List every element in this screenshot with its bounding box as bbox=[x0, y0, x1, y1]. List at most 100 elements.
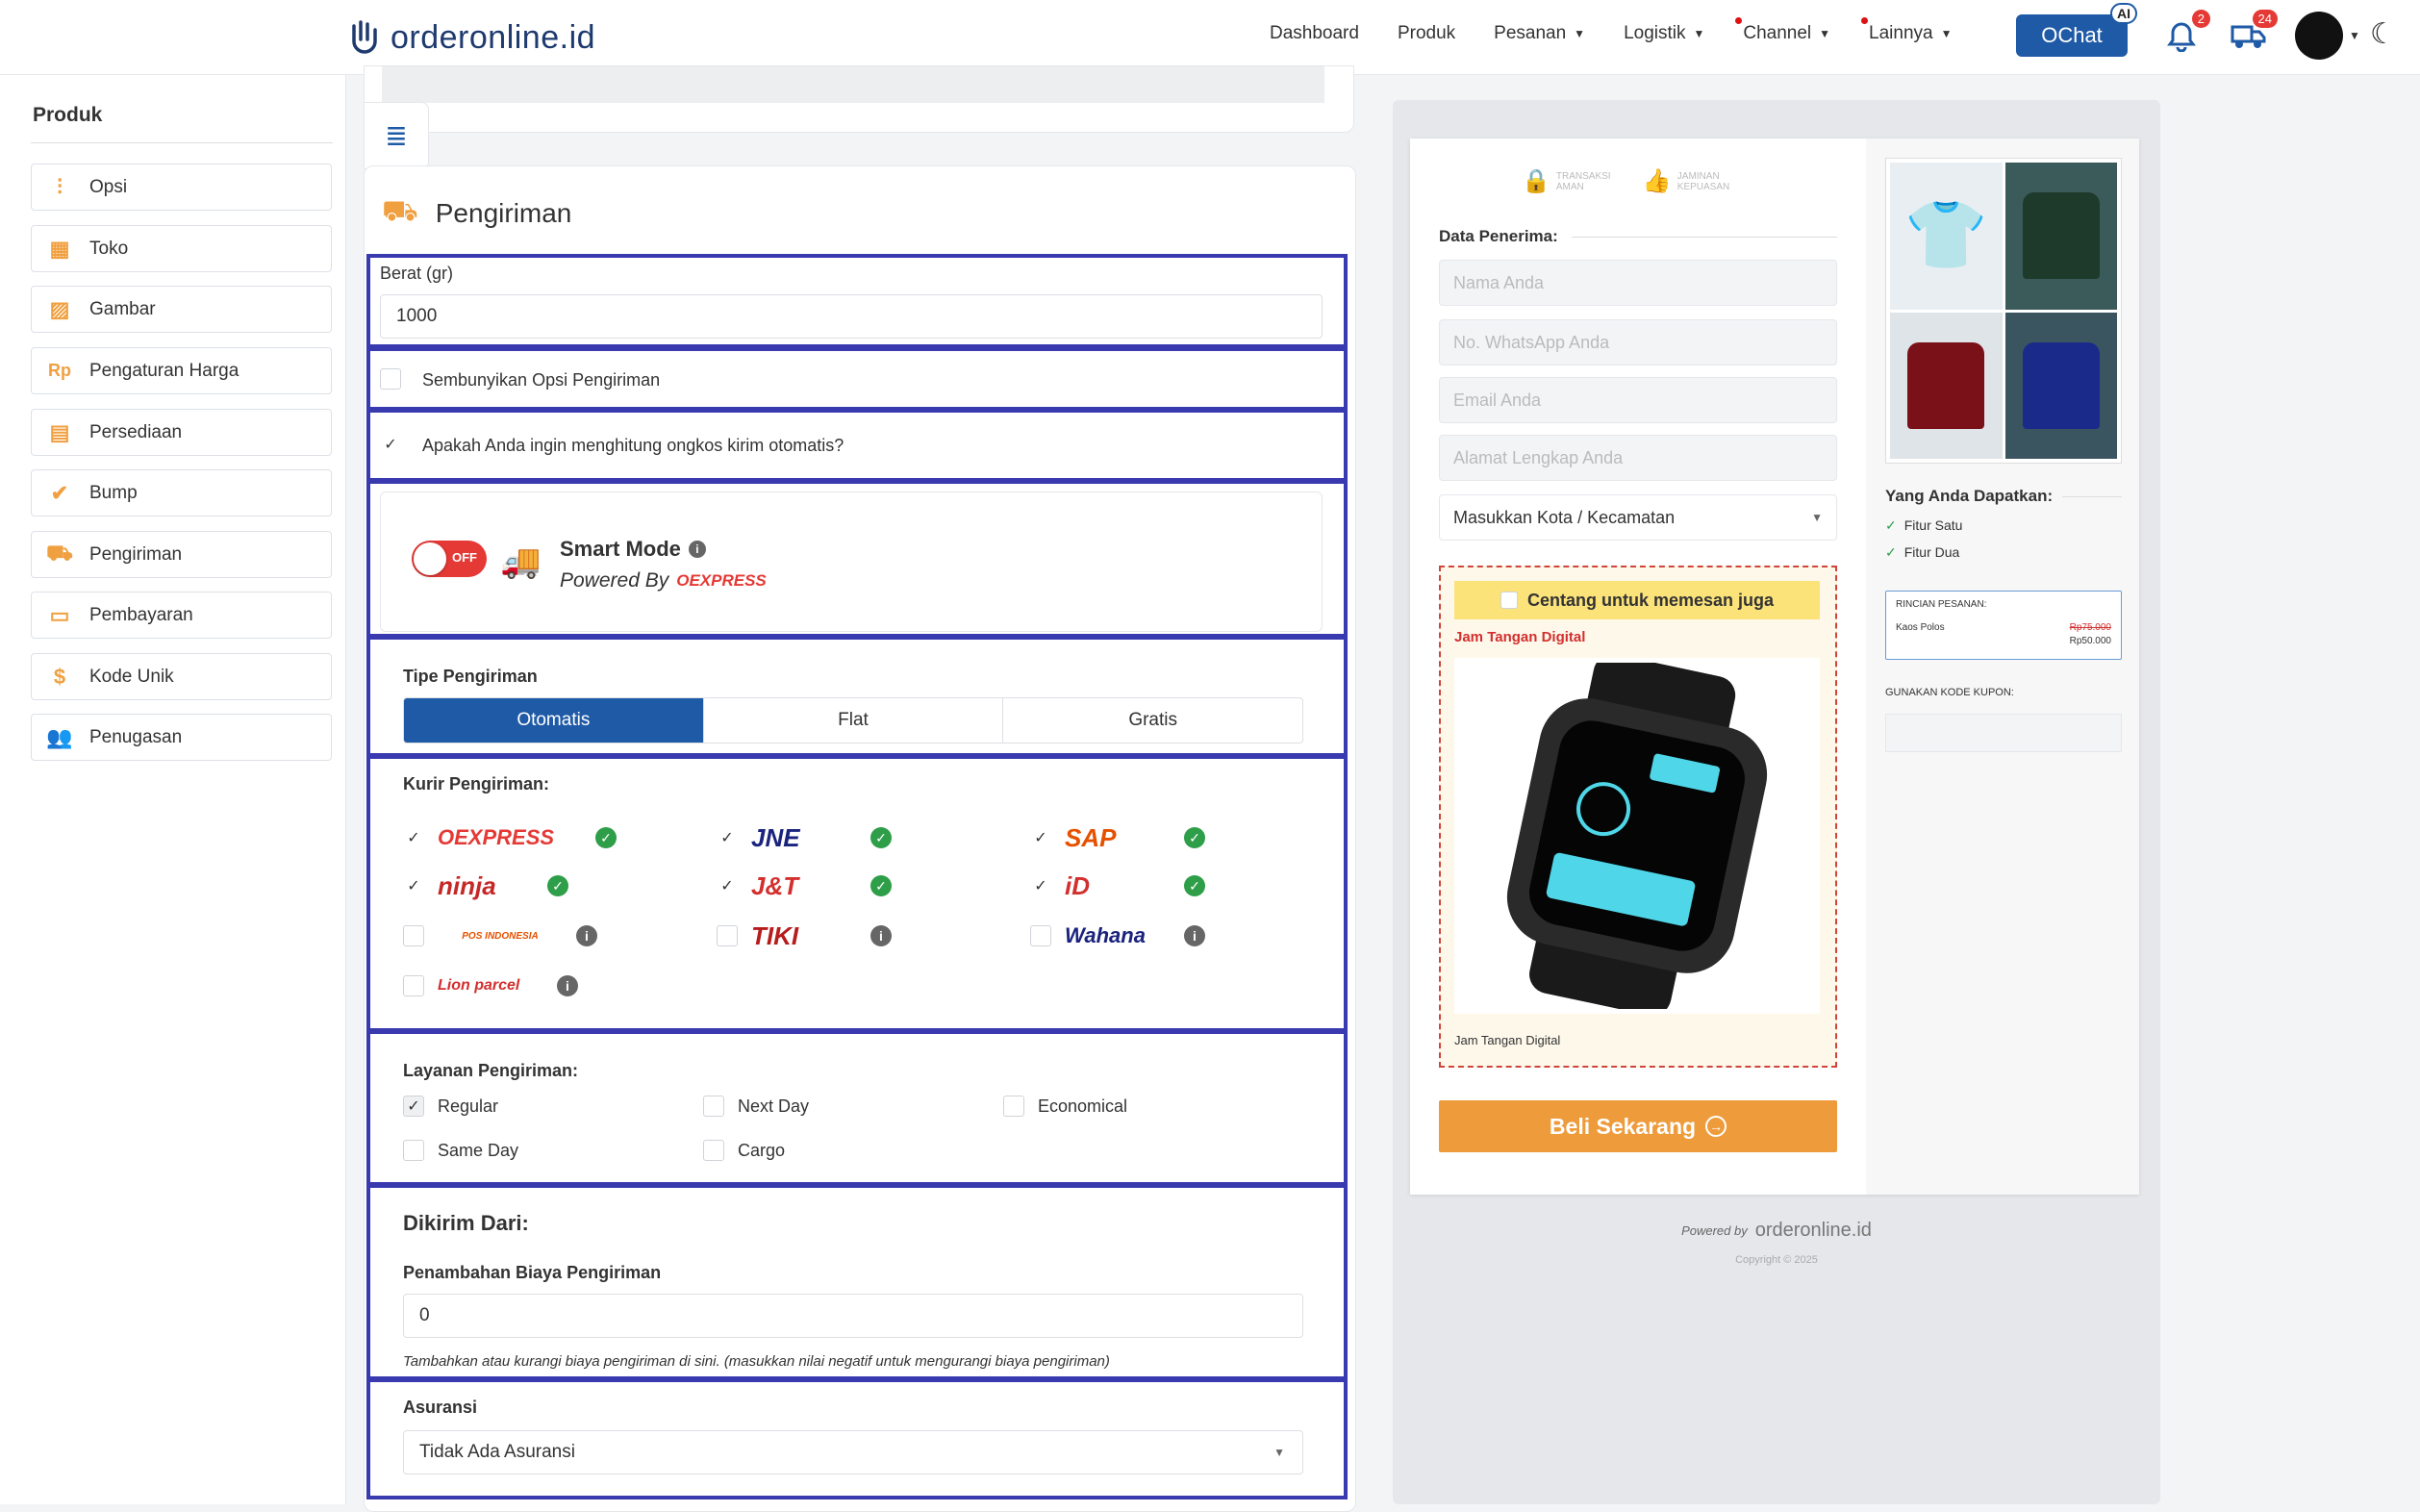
nav-lainnya-label: Lainnya bbox=[1869, 23, 1933, 43]
courier-checkbox[interactable] bbox=[717, 925, 738, 946]
info-icon[interactable]: i bbox=[557, 975, 578, 996]
nav-lainnya[interactable]: Lainnya ▼ bbox=[1861, 17, 1953, 44]
nav-produk[interactable]: Produk bbox=[1398, 23, 1455, 44]
new-dot bbox=[1861, 17, 1869, 24]
courier-idexpress[interactable]: ✓ iD ✓ bbox=[1030, 867, 1205, 905]
courier-tiki[interactable]: TIKI i bbox=[717, 917, 892, 955]
nav-channel[interactable]: Channel ▼ bbox=[1735, 17, 1830, 44]
email-input[interactable]: Email Anda bbox=[1439, 377, 1837, 423]
check-icon: ✓ bbox=[1885, 544, 1897, 560]
powered-by-label: Powered by bbox=[1681, 1223, 1748, 1238]
courier-checkbox[interactable] bbox=[1030, 925, 1051, 946]
coupon-input[interactable] bbox=[1885, 714, 2122, 752]
info-icon[interactable]: i bbox=[576, 925, 597, 946]
service-regular[interactable]: ✓ Regular bbox=[403, 1096, 498, 1117]
info-icon[interactable]: i bbox=[1184, 925, 1205, 946]
menu-toggle-icon[interactable]: ≣ bbox=[364, 102, 429, 169]
order-bump-checkbox[interactable] bbox=[1500, 592, 1518, 609]
product-gallery[interactable]: 👕 bbox=[1885, 158, 2122, 464]
service-checkbox[interactable] bbox=[703, 1140, 724, 1161]
sidebar-item-bump[interactable]: ✔ Bump bbox=[31, 469, 332, 517]
nav-logistik[interactable]: Logistik ▼ bbox=[1624, 23, 1704, 44]
trust-satisfaction: 👍 JAMINAN KEPUASAN bbox=[1643, 167, 1735, 195]
address-input[interactable]: Alamat Lengkap Anda bbox=[1439, 435, 1837, 481]
service-name: Regular bbox=[438, 1096, 499, 1116]
service-cargo[interactable]: Cargo bbox=[703, 1140, 785, 1161]
courier-jne[interactable]: ✓ JNE ✓ bbox=[717, 819, 892, 857]
sidebar-item-pengiriman[interactable]: ⛟ Pengiriman bbox=[31, 531, 332, 578]
city-select[interactable]: Masukkan Kota / Kecamatan ▼ bbox=[1439, 494, 1837, 541]
sidebar-item-label: Gambar bbox=[89, 298, 156, 319]
extra-fee-input[interactable]: 0 bbox=[403, 1294, 1303, 1338]
bump-product-name: Jam Tangan Digital bbox=[1454, 629, 1586, 645]
sidebar-item-penugasan[interactable]: 👥 Penugasan bbox=[31, 714, 332, 761]
smart-mode-toggle[interactable]: OFF bbox=[412, 541, 487, 577]
courier-oexpress[interactable]: ✓ OEXPRESS ✓ bbox=[403, 819, 617, 857]
nav-pesanan[interactable]: Pesanan ▼ bbox=[1494, 23, 1585, 44]
courier-checkbox[interactable]: ✓ bbox=[1030, 875, 1051, 896]
courier-wahana[interactable]: Wahana i bbox=[1030, 917, 1205, 955]
checkout-form: 🔒 TRANSAKSI AMAN 👍 JAMINAN KEPUASAN Data P… bbox=[1410, 139, 1866, 1195]
avatar[interactable] bbox=[2295, 12, 2343, 60]
courier-checkbox[interactable] bbox=[403, 975, 424, 996]
courier-name: TIKI bbox=[751, 920, 799, 950]
sidebar-item-opsi[interactable]: ⫶ Opsi bbox=[31, 164, 332, 211]
courier-pos[interactable]: POS INDONESIA i bbox=[403, 917, 597, 955]
sliders-icon: ⫶ bbox=[57, 174, 63, 199]
lock-icon: 🔒 bbox=[1522, 168, 1550, 194]
courier-sap[interactable]: ✓ SAP ✓ bbox=[1030, 819, 1205, 857]
divider bbox=[2062, 495, 2122, 497]
nav-dashboard[interactable]: Dashboard bbox=[1270, 23, 1359, 44]
insurance-select[interactable]: Tidak Ada Asuransi ▼ bbox=[403, 1430, 1303, 1474]
divider bbox=[31, 142, 333, 143]
sidebar-item-gambar[interactable]: ▨ Gambar bbox=[31, 286, 332, 333]
type-flat[interactable]: Flat bbox=[702, 698, 1003, 743]
weight-input[interactable]: 1000 bbox=[380, 294, 1323, 339]
chevron-down-icon[interactable]: ▼ bbox=[2349, 29, 2360, 42]
courier-checkbox[interactable]: ✓ bbox=[717, 827, 738, 848]
buy-now-button[interactable]: Beli Sekarang → bbox=[1439, 1100, 1837, 1152]
chevron-down-icon: ▼ bbox=[1574, 27, 1586, 40]
bell-icon[interactable]: 2 bbox=[2162, 10, 2210, 56]
service-same-day[interactable]: Same Day bbox=[403, 1140, 518, 1161]
courier-jnt[interactable]: ✓ J&T ✓ bbox=[717, 867, 892, 905]
sidebar-item-label: Opsi bbox=[89, 176, 128, 197]
service-next-day[interactable]: Next Day bbox=[703, 1096, 809, 1117]
truck-icon: ⛟ bbox=[46, 541, 73, 565]
info-icon[interactable]: i bbox=[688, 541, 706, 558]
name-input[interactable]: Nama Anda bbox=[1439, 260, 1837, 306]
brand-logo[interactable]: orderonline.id bbox=[346, 13, 595, 62]
shipping-truck-icon[interactable]: 24 bbox=[2230, 10, 2278, 56]
courier-checkbox[interactable]: ✓ bbox=[403, 827, 424, 848]
moon-icon[interactable]: ☾ bbox=[2370, 17, 2396, 51]
courier-checkbox[interactable] bbox=[403, 925, 424, 946]
sidebar-item-pengaturan-harga[interactable]: Rp Pengaturan Harga bbox=[31, 347, 332, 394]
courier-checkbox[interactable]: ✓ bbox=[403, 875, 424, 896]
check-circle-icon: ✓ bbox=[870, 827, 892, 848]
service-checkbox[interactable] bbox=[403, 1140, 424, 1161]
service-economical[interactable]: Economical bbox=[1003, 1096, 1127, 1117]
type-gratis[interactable]: Gratis bbox=[1002, 698, 1302, 743]
sidebar-item-pembayaran[interactable]: ▭ Pembayaran bbox=[31, 592, 332, 639]
auto-calc-checkbox[interactable]: ✓ bbox=[380, 434, 401, 455]
service-checkbox[interactable] bbox=[703, 1096, 724, 1117]
whatsapp-input[interactable]: No. WhatsApp Anda bbox=[1439, 319, 1837, 365]
toggle-knob bbox=[414, 542, 446, 575]
courier-ninja[interactable]: ✓ ninja ✓ bbox=[403, 867, 568, 905]
trust-satisfaction-text: JAMINAN KEPUASAN bbox=[1676, 170, 1730, 192]
courier-checkbox[interactable]: ✓ bbox=[1030, 827, 1051, 848]
type-otomatis[interactable]: Otomatis bbox=[404, 698, 703, 743]
courier-checkbox[interactable]: ✓ bbox=[717, 875, 738, 896]
ochat-button[interactable]: OChat AI bbox=[2016, 3, 2137, 57]
sidebar-item-persediaan[interactable]: ▤ Persediaan bbox=[31, 409, 332, 456]
info-icon[interactable]: i bbox=[870, 925, 892, 946]
service-checkbox[interactable]: ✓ bbox=[403, 1096, 424, 1117]
hide-option-label: Sembunyikan Opsi Pengiriman bbox=[422, 370, 661, 390]
benefit-text: Fitur Satu bbox=[1903, 517, 1963, 533]
order-bump-header[interactable]: Centang untuk memesan juga bbox=[1454, 581, 1820, 619]
hide-option-checkbox[interactable] bbox=[380, 368, 401, 390]
sidebar-item-toko[interactable]: ▦ Toko bbox=[31, 225, 332, 272]
sidebar-item-kode-unik[interactable]: $ Kode Unik bbox=[31, 653, 332, 700]
courier-lion[interactable]: Lion parcel i bbox=[403, 967, 578, 1005]
service-checkbox[interactable] bbox=[1003, 1096, 1024, 1117]
